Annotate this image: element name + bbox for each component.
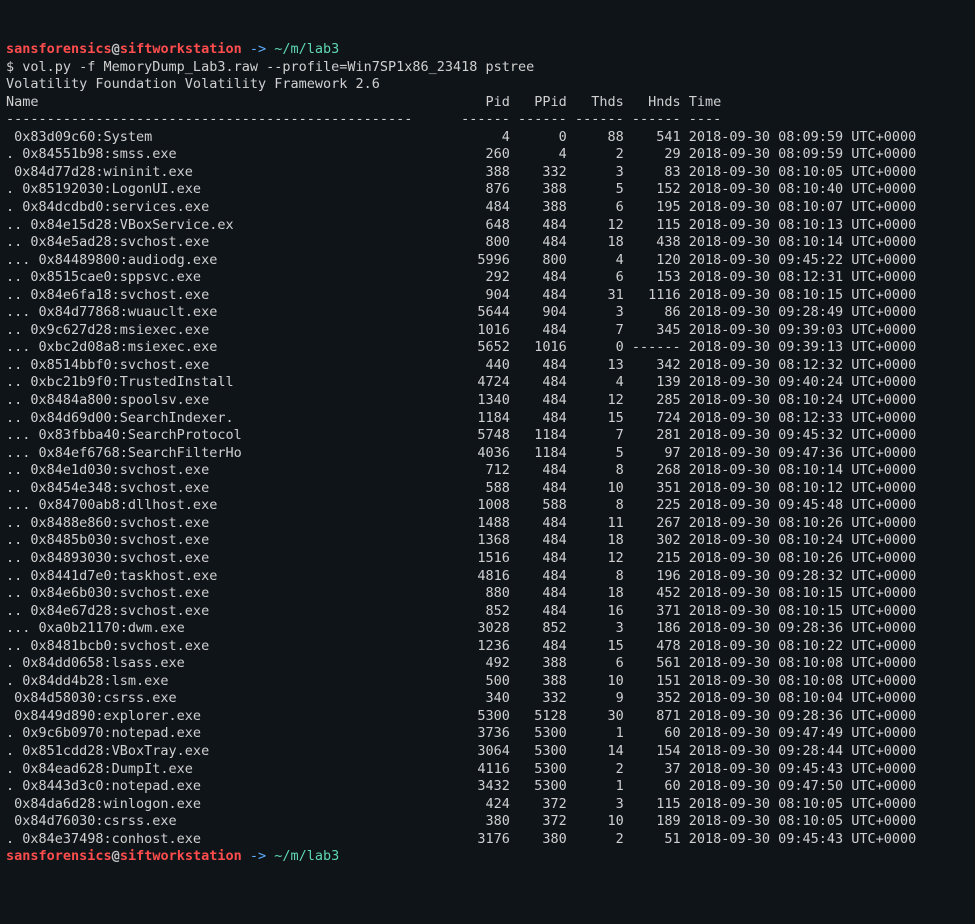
process-row: 0x84d77d28:wininit.exe 388 332 3 83 2018… <box>6 164 916 180</box>
process-row: . 0x851cdd28:VBoxTray.exe 3064 5300 14 1… <box>6 743 916 759</box>
process-row: 0x8449d890:explorer.exe 5300 5128 30 871… <box>6 708 916 724</box>
process-row: .. 0xbc21b9f0:TrustedInstall 4724 484 4 … <box>6 374 916 390</box>
process-row: .. 0x84e5ad28:svchost.exe 800 484 18 438… <box>6 234 916 250</box>
process-row: . 0x84dd0658:lsass.exe 492 388 6 561 201… <box>6 655 916 671</box>
process-row: 0x84d58030:csrss.exe 340 332 9 352 2018-… <box>6 690 916 706</box>
process-row: 0x83d09c60:System 4 0 88 541 2018-09-30 … <box>6 129 916 145</box>
prompt-arrow: -> <box>242 848 275 864</box>
process-row: . 0x84e37498:conhost.exe 3176 380 2 51 2… <box>6 831 916 847</box>
process-row: .. 0x8484a800:spoolsv.exe 1340 484 12 28… <box>6 392 916 408</box>
process-row: .. 0x8515cae0:sppsvc.exe 292 484 6 153 2… <box>6 269 916 285</box>
process-row: ... 0x84d77868:wuauclt.exe 5644 904 3 86… <box>6 304 916 320</box>
terminal-output[interactable]: sansforensics@siftworkstation -> ~/m/lab… <box>6 41 969 866</box>
process-row: .. 0x8485b030:svchost.exe 1368 484 18 30… <box>6 532 916 548</box>
process-row: . 0x9c6b0970:notepad.exe 3736 5300 1 60 … <box>6 725 916 741</box>
prompt-arrow: -> <box>242 41 275 57</box>
process-row: .. 0x8454e348:svchost.exe 588 484 10 351… <box>6 480 916 496</box>
process-row: . 0x84dcdbd0:services.exe 484 388 6 195 … <box>6 199 916 215</box>
process-row: .. 0x8488e860:svchost.exe 1488 484 11 26… <box>6 515 916 531</box>
process-row: . 0x8443d3c0:notepad.exe 3432 5300 1 60 … <box>6 778 916 794</box>
process-row: 0x84da6d28:winlogon.exe 424 372 3 115 20… <box>6 796 916 812</box>
process-row: ... 0x84489800:audiodg.exe 5996 800 4 12… <box>6 252 916 268</box>
column-headers: Name Pid PPid Thds Hnds Time <box>6 94 721 110</box>
process-row: .. 0x84e67d28:svchost.exe 852 484 16 371… <box>6 603 916 619</box>
process-row: . 0x84551b98:smss.exe 260 4 2 29 2018-09… <box>6 146 916 162</box>
process-row: .. 0x84893030:svchost.exe 1516 484 12 21… <box>6 550 916 566</box>
prompt-host: siftworkstation <box>120 41 242 57</box>
process-row: .. 0x84e6fa18:svchost.exe 904 484 31 111… <box>6 287 916 303</box>
process-row: .. 0x9c627d28:msiexec.exe 1016 484 7 345… <box>6 322 916 338</box>
process-row: ... 0x84ef6768:SearchFilterHo 4036 1184 … <box>6 445 916 461</box>
process-row: 0x84d76030:csrss.exe 380 372 10 189 2018… <box>6 813 916 829</box>
process-row: . 0x85192030:LogonUI.exe 876 388 5 152 2… <box>6 181 916 197</box>
prompt-user: sansforensics <box>6 41 112 57</box>
prompt-at: @ <box>112 41 120 57</box>
process-row: .. 0x8441d7e0:taskhost.exe 4816 484 8 19… <box>6 568 916 584</box>
process-row: ... 0x84700ab8:dllhost.exe 1008 588 8 22… <box>6 497 916 513</box>
process-row: .. 0x84e6b030:svchost.exe 880 484 18 452… <box>6 585 916 601</box>
process-row: .. 0x8514bbf0:svchost.exe 440 484 13 342… <box>6 357 916 373</box>
framework-line: Volatility Foundation Volatility Framewo… <box>6 76 380 92</box>
process-row: . 0x84dd4b28:lsm.exe 500 388 10 151 2018… <box>6 673 916 689</box>
command-line: $ vol.py -f MemoryDump_Lab3.raw --profil… <box>6 59 534 75</box>
process-row: . 0x84ead628:DumpIt.exe 4116 5300 2 37 2… <box>6 761 916 777</box>
process-row: .. 0x8481bcb0:svchost.exe 1236 484 15 47… <box>6 638 916 654</box>
process-row: ... 0xbc2d08a8:msiexec.exe 5652 1016 0 -… <box>6 339 916 355</box>
process-row: .. 0x84e15d28:VBoxService.ex 648 484 12 … <box>6 217 916 233</box>
prompt-path: ~/m/lab3 <box>274 41 339 57</box>
prompt-host: siftworkstation <box>120 848 242 864</box>
process-row: ... 0x83fbba40:SearchProtocol 5748 1184 … <box>6 427 916 443</box>
process-row: .. 0x84d69d00:SearchIndexer. 1184 484 15… <box>6 410 916 426</box>
prompt-user: sansforensics <box>6 848 112 864</box>
process-row: ... 0xa0b21170:dwm.exe 3028 852 3 186 20… <box>6 620 916 636</box>
prompt-at: @ <box>112 848 120 864</box>
process-row: .. 0x84e1d030:svchost.exe 712 484 8 268 … <box>6 462 916 478</box>
prompt-path: ~/m/lab3 <box>274 848 339 864</box>
header-separator: ----------------------------------------… <box>6 111 721 127</box>
